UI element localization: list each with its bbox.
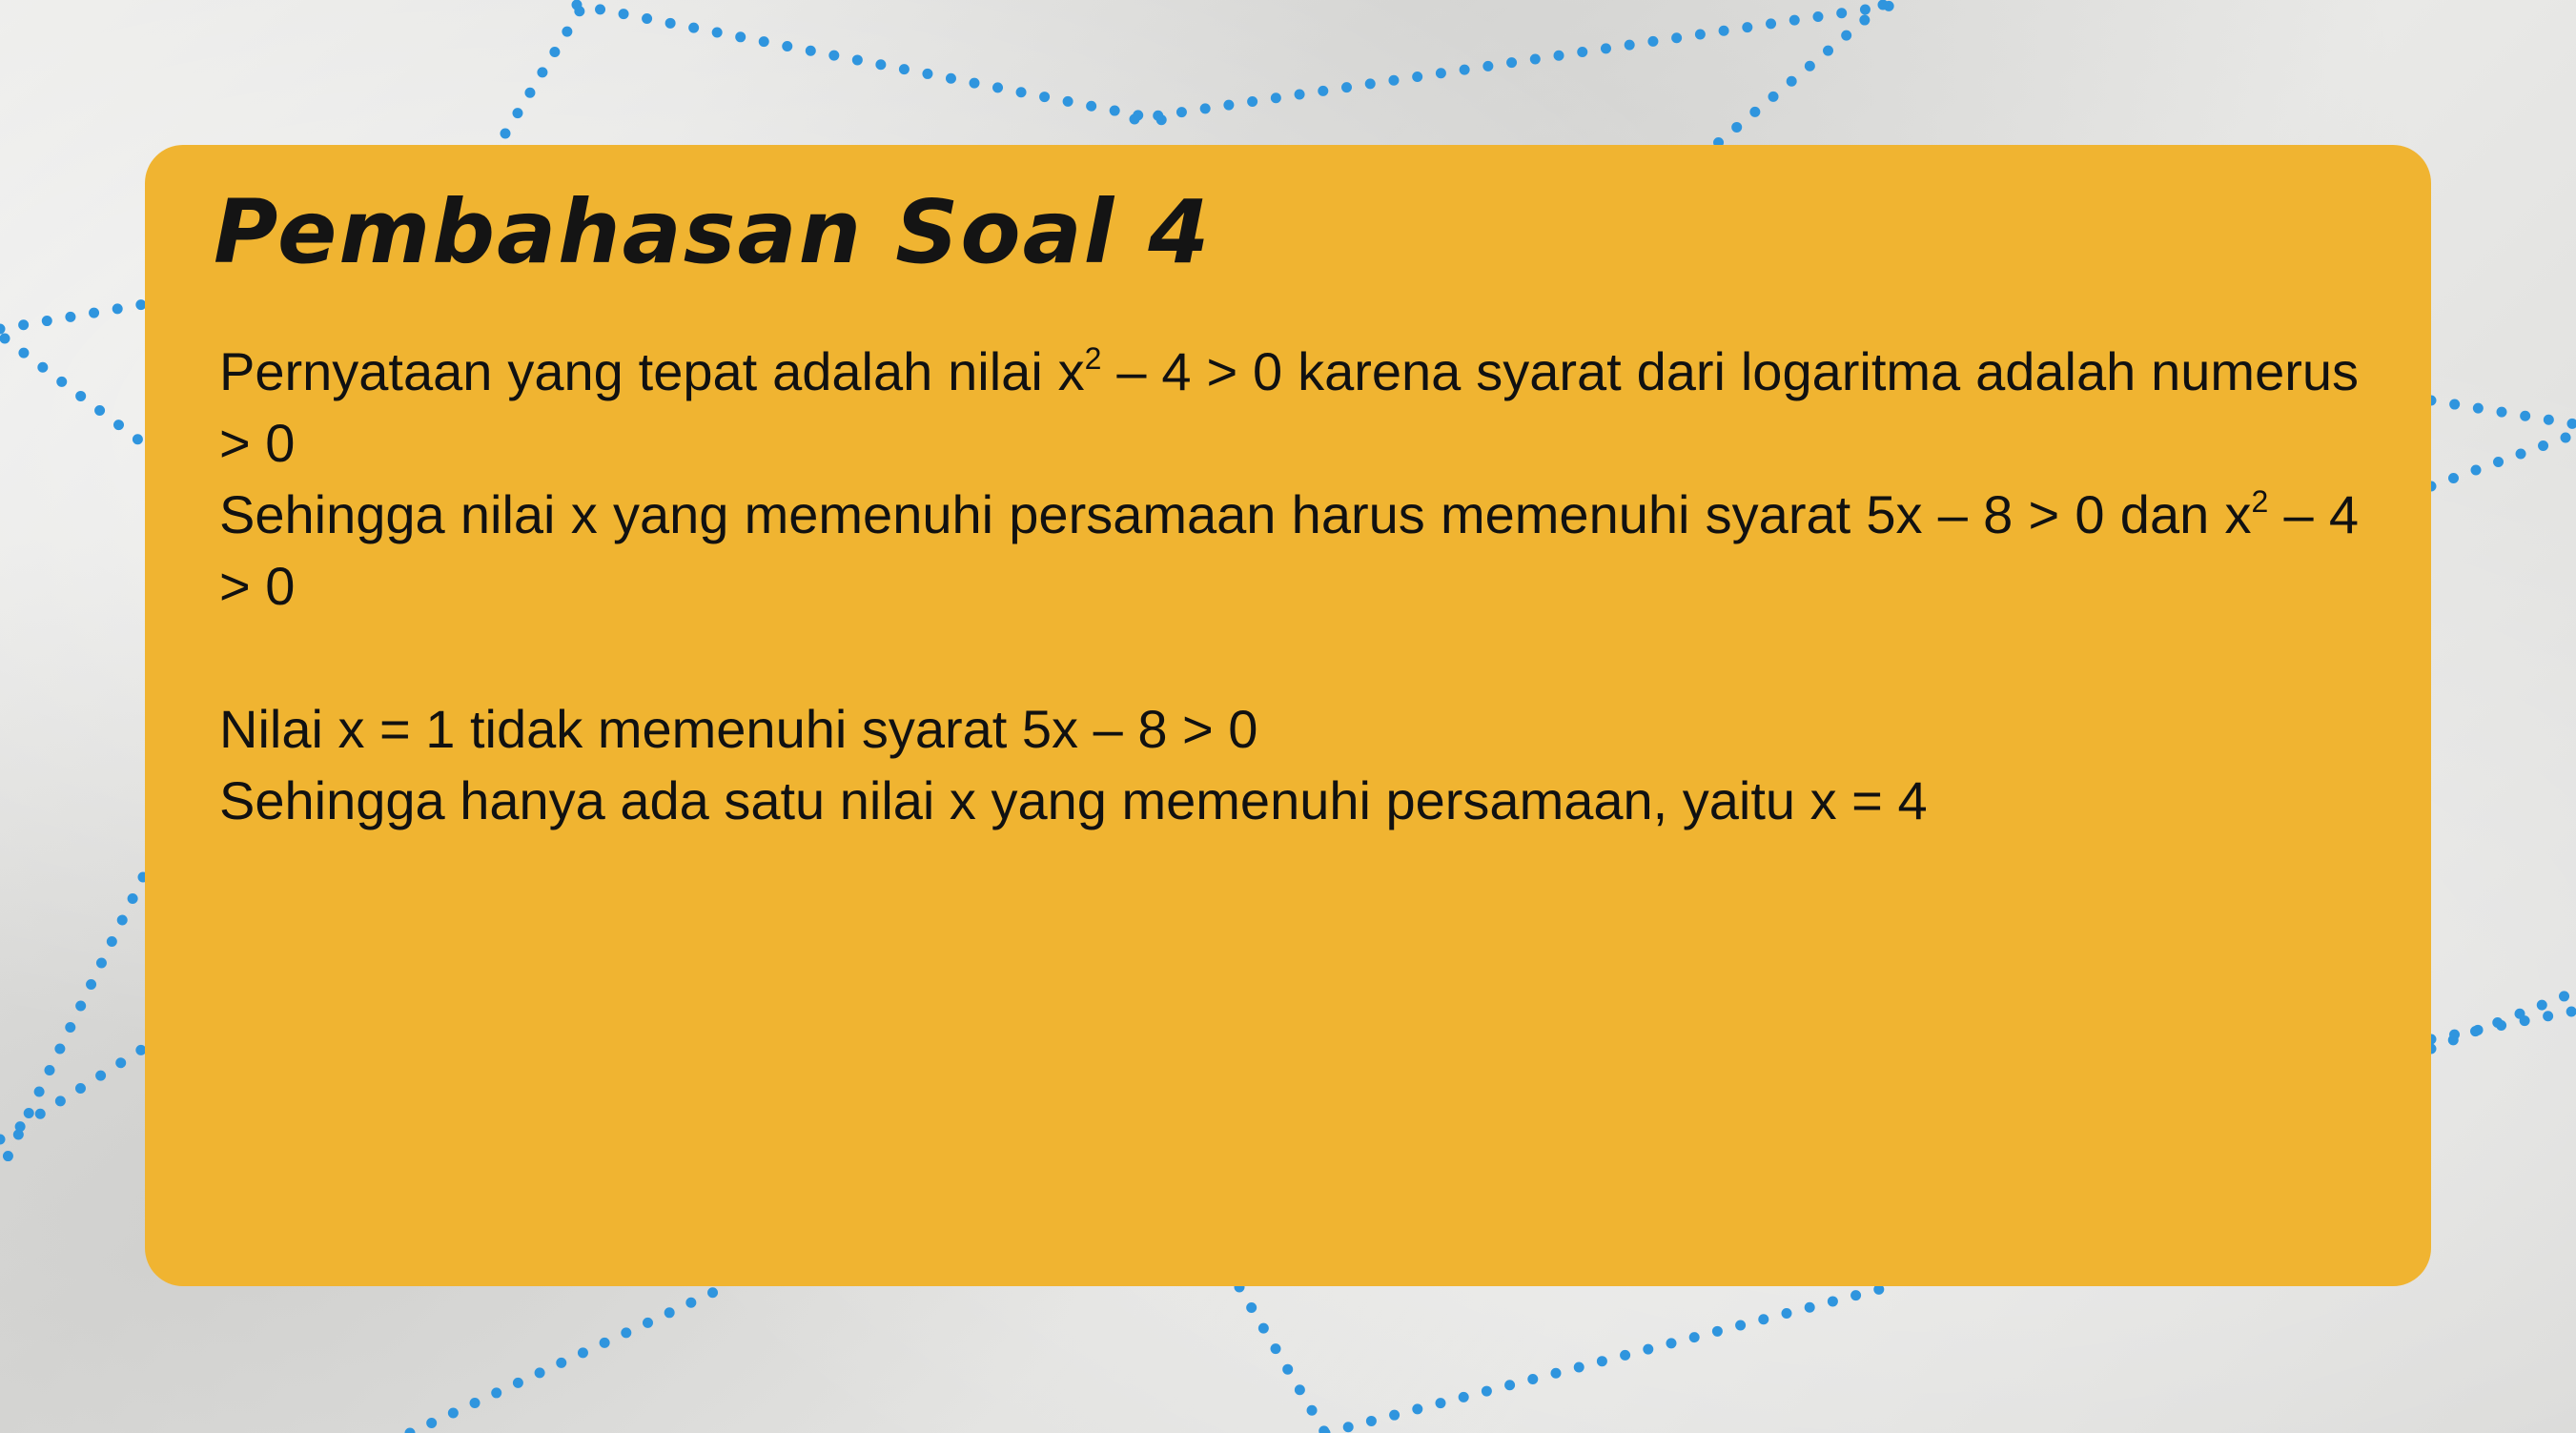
- slide-title: Pembahasan Soal 4: [214, 181, 1212, 283]
- explanation-line-3: Nilai x = 1 tidak memenuhi syarat 5x – 8…: [219, 699, 1258, 759]
- explanation-body: Pernyataan yang tepat adalah nilai x2 – …: [219, 336, 2359, 836]
- exponent-superscript: 2: [2251, 484, 2269, 519]
- paragraph-1-text-a: Pernyataan yang tepat adalah nilai x: [219, 341, 1085, 401]
- paragraph-2-text-a: Sehingga nilai x yang memenuhi persamaan…: [219, 484, 2252, 544]
- exponent-superscript: 2: [1084, 341, 1102, 376]
- explanation-paragraph-1: Pernyataan yang tepat adalah nilai x2 – …: [219, 336, 2359, 479]
- explanation-paragraph-2: Sehingga nilai x yang memenuhi persamaan…: [219, 479, 2359, 622]
- content-card: Pembahasan Soal 4 Pernyataan yang tepat …: [145, 145, 2431, 1286]
- explanation-line-4: Sehingga hanya ada satu nilai x yang mem…: [219, 770, 1928, 830]
